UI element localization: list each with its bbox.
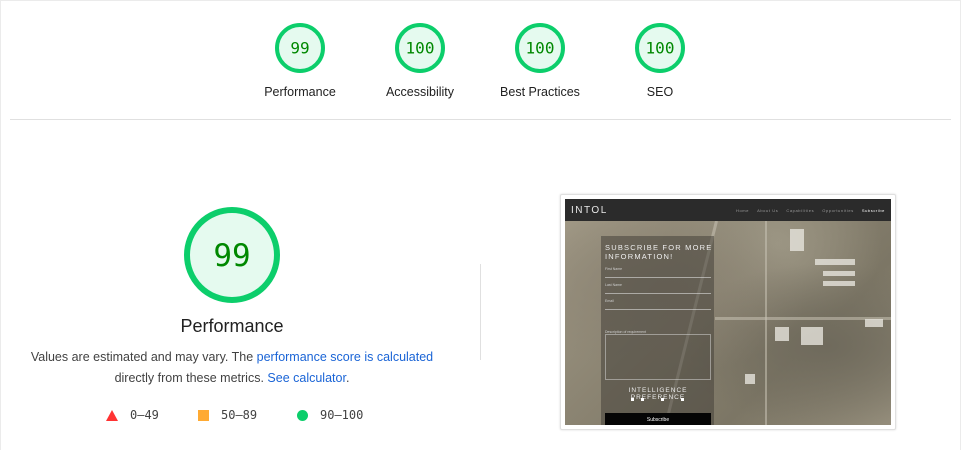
- gauge-label: Accessibility: [385, 85, 455, 99]
- preference-dots: [629, 398, 689, 402]
- site-nav-item: Home: [735, 207, 750, 213]
- site-nav-links: Home About Us Capabilities Opportunities…: [728, 208, 885, 213]
- score-legend: 0–49 50–89 90–100: [0, 406, 464, 426]
- description-box: [605, 334, 711, 380]
- screenshot-image: INTOL Home About Us Capabilities Opportu…: [565, 199, 891, 425]
- map-building: [823, 271, 855, 276]
- square-icon: [198, 409, 209, 421]
- desc-text: Values are estimated and may vary. The: [30, 350, 257, 364]
- legend-average: 50–89: [198, 406, 257, 424]
- site-nav-item: About Us: [757, 207, 779, 213]
- site-nav-item: Opportunities: [822, 207, 854, 213]
- triangle-icon: [106, 409, 118, 421]
- vertical-divider: [480, 264, 481, 360]
- gauge-ring: 99: [275, 23, 325, 73]
- main-gauge-title: Performance: [180, 316, 284, 336]
- pref-dot: [681, 398, 684, 401]
- map-building: [865, 319, 883, 327]
- main-score: 99: [213, 238, 250, 274]
- legend-range: 90–100: [320, 408, 364, 422]
- score-description: Values are estimated and may vary. The p…: [30, 347, 434, 389]
- gauge-score: 99: [290, 39, 309, 58]
- gauge-score: 100: [406, 39, 435, 58]
- map-building: [823, 281, 855, 286]
- form-field: [605, 309, 711, 310]
- gauge-accessibility[interactable]: 100 Accessibility: [365, 22, 475, 99]
- site-nav-item: Capabilities: [786, 207, 815, 213]
- legend-range: 0–49: [130, 408, 159, 422]
- header-divider: [10, 119, 951, 120]
- desc-text: .: [345, 371, 350, 385]
- field-label: First Name: [605, 267, 623, 271]
- gauge-best-practices[interactable]: 100 Best Practices: [485, 22, 595, 99]
- map-road: [765, 221, 767, 425]
- main-performance-gauge: 99: [184, 207, 280, 303]
- gauge-score: 100: [646, 39, 675, 58]
- gauge-ring: 100: [395, 23, 445, 73]
- field-label: Last Name: [605, 283, 622, 287]
- site-nav-item: Subscribe: [861, 207, 885, 213]
- gauge-label: Best Practices: [500, 85, 580, 99]
- map-building: [790, 229, 804, 251]
- gauge-label: SEO: [646, 85, 674, 99]
- site-logo: INTOL: [571, 204, 608, 216]
- map-building: [745, 374, 755, 384]
- gauge-seo[interactable]: 100 SEO: [605, 22, 715, 99]
- pref-dot: [641, 398, 644, 401]
- see-calculator-link[interactable]: See calculator: [267, 371, 346, 385]
- gauge-ring: 100: [635, 23, 685, 73]
- map-building: [815, 259, 855, 265]
- legend-range: 50–89: [221, 408, 258, 422]
- gauge-label: Performance: [264, 85, 336, 99]
- desc-text: directly from these metrics.: [114, 371, 268, 385]
- circle-icon: [297, 409, 308, 421]
- subscribe-button: Subscribe: [605, 413, 711, 425]
- field-label: Email: [605, 299, 614, 303]
- final-screenshot[interactable]: INTOL Home About Us Capabilities Opportu…: [560, 194, 896, 430]
- pref-dot: [661, 398, 664, 401]
- gauge-performance[interactable]: 99 Performance: [245, 22, 355, 99]
- category-gauges: 99 Performance 100 Accessibility 100 Bes…: [0, 22, 961, 112]
- pref-dot: [631, 398, 634, 401]
- map-building: [775, 327, 789, 341]
- map-building: [801, 327, 823, 345]
- performance-score-link[interactable]: performance score is calculated: [257, 350, 433, 364]
- legend-fail: 0–49: [106, 406, 159, 424]
- legend-pass: 90–100: [297, 406, 363, 424]
- site-navbar: INTOL Home About Us Capabilities Opportu…: [565, 199, 891, 221]
- form-field: [605, 277, 711, 278]
- gauge-score: 100: [526, 39, 555, 58]
- gauge-ring: 100: [515, 23, 565, 73]
- subscribe-heading: SUBSCRIBE FOR MORE INFORMATION!: [605, 243, 713, 261]
- form-field: [605, 293, 711, 294]
